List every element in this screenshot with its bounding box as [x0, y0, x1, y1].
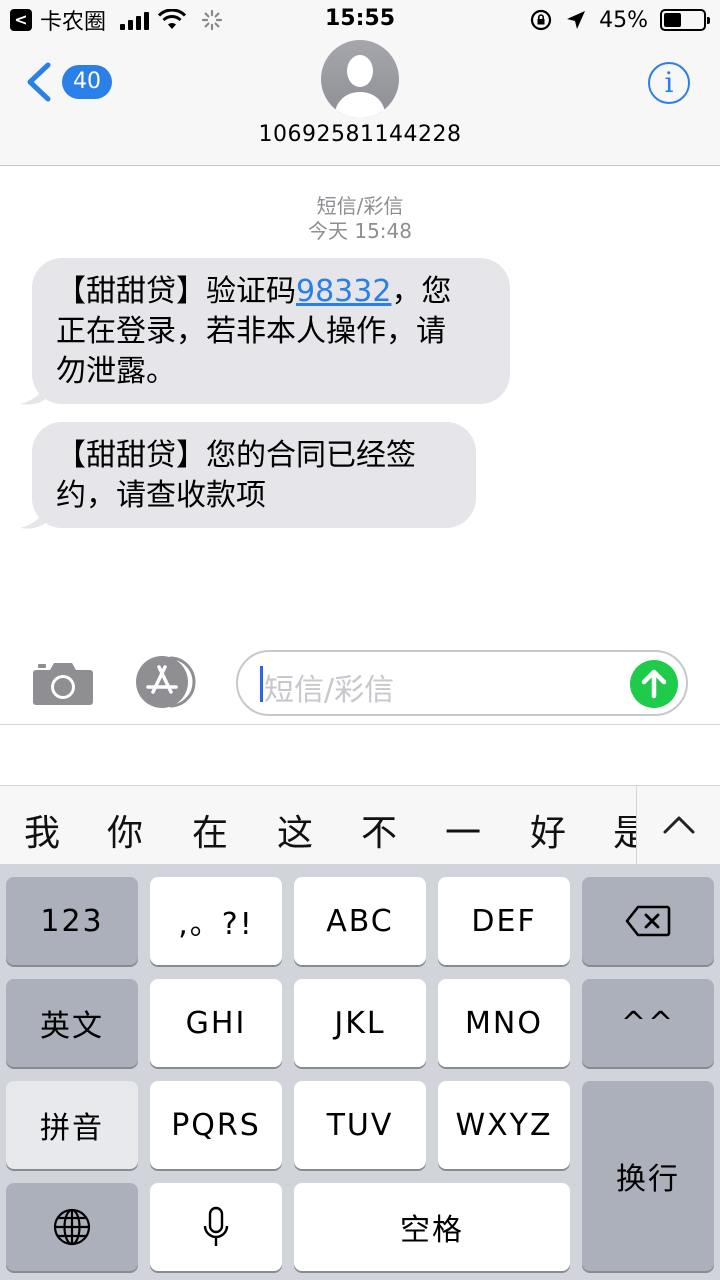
key-globe[interactable] — [6, 1183, 138, 1271]
message-input[interactable]: 短信/彩信 — [236, 650, 688, 716]
message-text: 【甜甜贷】验证码 — [56, 274, 296, 309]
message-line: 约，请查收款项 — [56, 478, 266, 513]
key-label: ,。?! — [178, 907, 254, 942]
candidate-word[interactable]: 这 — [277, 804, 313, 856]
key-delete[interactable] — [582, 877, 714, 965]
unread-count-badge[interactable]: 40 — [62, 65, 112, 99]
message-line: 【甜甜贷】验证码98332，您 — [56, 272, 486, 312]
contact-avatar[interactable] — [321, 40, 399, 118]
message-line: 勿泄露。 — [56, 354, 176, 389]
message-text: ，您 — [391, 274, 452, 309]
candidate-bar: 我 你 在 这 不 一 好 是 — [0, 785, 720, 865]
key-label: WXYZ — [455, 1107, 553, 1143]
battery-percent: 45% — [599, 7, 648, 33]
chevron-up-icon — [663, 816, 695, 834]
microphone-icon — [203, 1206, 229, 1246]
key-tuv[interactable]: TUV — [294, 1081, 426, 1169]
rotation-lock-icon — [530, 9, 552, 31]
backspace-icon — [625, 905, 671, 937]
key-label: DEF — [471, 903, 537, 939]
divider — [0, 724, 720, 725]
message-line: 正在登录，若非本人操作，请 — [56, 314, 446, 349]
status-bar: < 卡农圈 15:55 45% — [0, 0, 720, 40]
key-punctuation[interactable]: ,。?! — [150, 877, 282, 965]
key-return[interactable]: 换行 — [582, 1081, 714, 1271]
key-mno[interactable]: MNO — [438, 979, 570, 1067]
arrow-up-icon — [641, 669, 667, 699]
location-icon — [567, 11, 586, 29]
battery-icon — [660, 9, 710, 31]
key-label: 英文 — [40, 1009, 104, 1044]
status-right: 45% — [529, 6, 710, 34]
key-label: 换行 — [616, 1162, 680, 1197]
key-abc[interactable]: ABC — [294, 877, 426, 965]
verification-code-link[interactable]: 98332 — [296, 274, 391, 309]
key-label: 123 — [40, 903, 104, 939]
chevron-left-icon — [27, 62, 51, 102]
message-input-placeholder: 短信/彩信 — [264, 673, 395, 708]
key-emoticon[interactable]: ^^ — [582, 979, 714, 1067]
send-button[interactable] — [630, 660, 678, 708]
candidate-word[interactable]: 一 — [445, 804, 481, 856]
key-ghi[interactable]: GHI — [150, 979, 282, 1067]
camera-icon[interactable] — [32, 658, 94, 706]
person-icon — [334, 55, 386, 118]
expand-candidates-button[interactable] — [636, 786, 720, 864]
key-label: JKL — [334, 1005, 386, 1041]
back-button[interactable]: 40 — [22, 62, 112, 102]
key-label: 空格 — [400, 1213, 464, 1248]
key-label: ^^ — [620, 1005, 676, 1041]
candidate-word[interactable]: 不 — [361, 804, 397, 856]
app-store-icon[interactable] — [134, 656, 202, 708]
key-label: MNO — [465, 1005, 543, 1041]
key-label: GHI — [185, 1005, 247, 1041]
message-timestamp: 今天 15:48 — [308, 219, 412, 243]
contact-number[interactable]: 10692581144228 — [0, 122, 720, 147]
message-bubble[interactable]: 【甜甜贷】您的合同已经签 约，请查收款项 — [32, 422, 476, 528]
keyboard: 123 ,。?! ABC DEF 英文 GHI JKL MNO ^^ 拼音 PQ… — [0, 865, 720, 1280]
key-label: 拼音 — [40, 1111, 104, 1146]
composer-bar: 短信/彩信 — [0, 640, 720, 724]
key-pinyin[interactable]: 拼音 — [6, 1081, 138, 1169]
text-caret — [260, 666, 263, 702]
key-wxyz[interactable]: WXYZ — [438, 1081, 570, 1169]
key-english[interactable]: 英文 — [6, 979, 138, 1067]
globe-icon — [53, 1208, 91, 1246]
key-label: ABC — [326, 903, 394, 939]
key-label: PQRS — [171, 1107, 261, 1143]
info-button[interactable]: i — [648, 62, 690, 104]
message-bubble[interactable]: 【甜甜贷】验证码98332，您 正在登录，若非本人操作，请 勿泄露。 — [32, 258, 510, 404]
candidate-word[interactable]: 好 — [530, 804, 566, 856]
candidate-word[interactable]: 在 — [192, 804, 228, 856]
conversation-header: 40 10692581144228 i — [0, 40, 720, 166]
candidate-word[interactable]: 你 — [107, 804, 143, 856]
key-space[interactable]: 空格 — [294, 1183, 570, 1271]
key-label: TUV — [326, 1107, 394, 1143]
key-jkl[interactable]: JKL — [294, 979, 426, 1067]
battery-fill — [664, 13, 682, 27]
key-def[interactable]: DEF — [438, 877, 570, 965]
key-numbers[interactable]: 123 — [6, 877, 138, 965]
info-icon: i — [664, 66, 674, 99]
key-microphone[interactable] — [150, 1183, 282, 1271]
candidate-word[interactable]: 我 — [24, 804, 60, 856]
message-line: 【甜甜贷】您的合同已经签 — [56, 438, 416, 473]
key-pqrs[interactable]: PQRS — [150, 1081, 282, 1169]
